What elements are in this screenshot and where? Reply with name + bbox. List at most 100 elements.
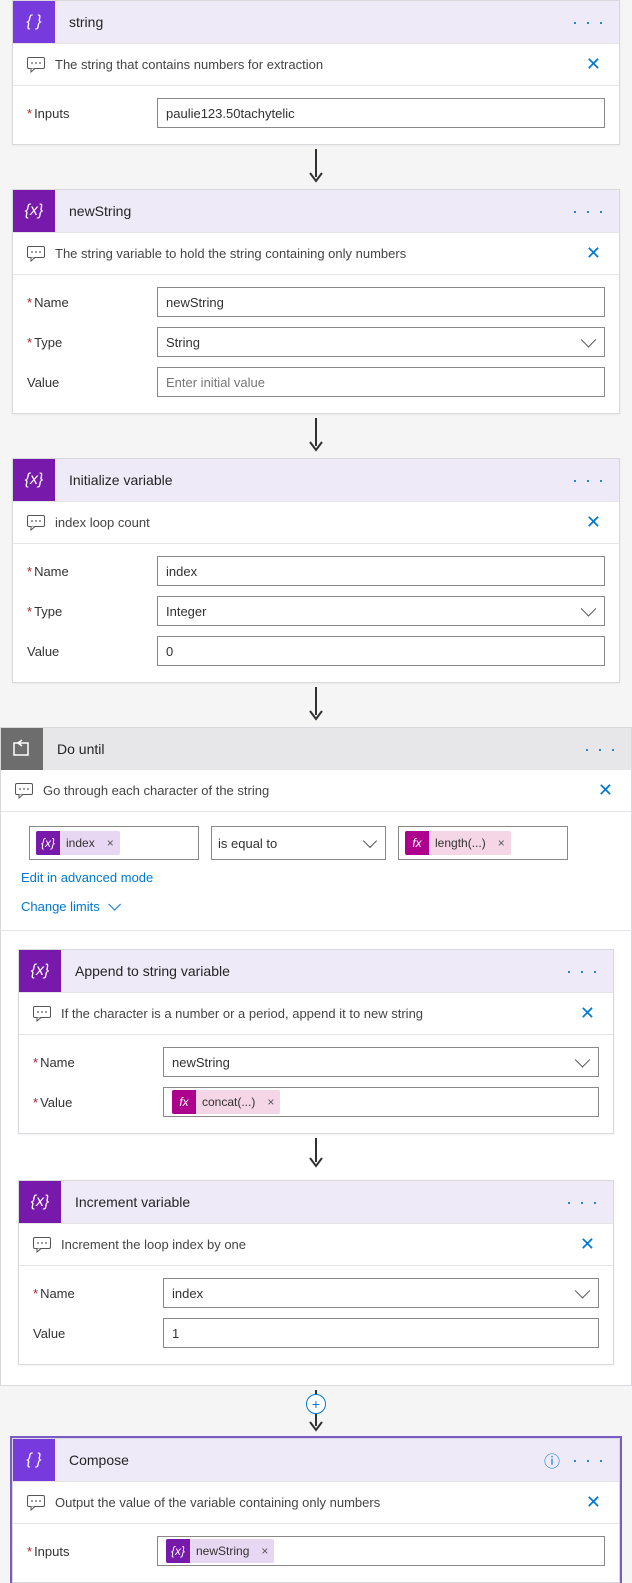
step-title: Increment variable	[75, 1194, 562, 1210]
do-until-body: {x} Append to string variable · · · If t…	[1, 937, 631, 1385]
condition-row: {x} index × is equal to fx length(...) ×	[1, 812, 631, 866]
step-title: Compose	[69, 1452, 544, 1468]
connector-arrow	[7, 1134, 625, 1174]
close-description-button[interactable]: ✕	[582, 54, 605, 75]
change-limits-link[interactable]: Change limits	[21, 899, 117, 914]
change-limits-row: Change limits	[1, 895, 631, 924]
comment-icon	[27, 1495, 45, 1511]
comment-icon	[33, 1237, 51, 1253]
step-description: The string that contains numbers for ext…	[55, 57, 582, 72]
type-label: Type	[27, 604, 157, 619]
token-remove-button[interactable]: ×	[261, 1095, 280, 1109]
fx-icon: fx	[405, 831, 429, 855]
comment-icon	[15, 783, 33, 799]
inputs-label: Inputs	[27, 1544, 157, 1559]
step-title: newString	[69, 203, 568, 219]
name-field[interactable]: index	[157, 556, 605, 586]
condition-operator[interactable]: is equal to	[211, 826, 386, 860]
name-field[interactable]: newString	[163, 1047, 599, 1077]
step-title: Initialize variable	[69, 472, 568, 488]
edit-advanced-mode-link[interactable]: Edit in advanced mode	[21, 870, 153, 885]
value-label: Value	[33, 1095, 163, 1110]
loop-icon	[1, 728, 43, 770]
close-description-button[interactable]: ✕	[582, 512, 605, 533]
step-description: Go through each character of the string	[43, 783, 594, 798]
name-field[interactable]: newString	[157, 287, 605, 317]
step-increment: {x} Increment variable · · · Increment t…	[18, 1180, 614, 1365]
token-variable-index[interactable]: {x} index ×	[36, 831, 120, 855]
inputs-field[interactable]: {x} newString ×	[157, 1536, 605, 1566]
step-append: {x} Append to string variable · · · If t…	[18, 949, 614, 1134]
more-menu-button[interactable]: · · ·	[568, 1450, 609, 1471]
value-label: Value	[33, 1326, 163, 1341]
more-menu-button[interactable]: · · ·	[568, 12, 609, 33]
inputs-label: Inputs	[27, 106, 157, 121]
value-field[interactable]: Enter initial value	[157, 367, 605, 397]
more-menu-button[interactable]: · · ·	[568, 470, 609, 491]
token-variable-newstring[interactable]: {x} newString ×	[166, 1539, 274, 1563]
step-description: If the character is a number or a period…	[61, 1006, 576, 1021]
connector-arrow	[0, 414, 632, 458]
step-description: Output the value of the variable contain…	[55, 1495, 582, 1510]
step-header[interactable]: {x} Append to string variable · · ·	[19, 950, 613, 992]
step-compose: { } Compose ⓘ · · · Output the value of …	[12, 1438, 620, 1583]
value-field[interactable]: fx concat(...) ×	[163, 1087, 599, 1117]
step-title: Do until	[57, 741, 580, 757]
name-field[interactable]: index	[163, 1278, 599, 1308]
step-do-until: Do until · · · Go through each character…	[0, 727, 632, 1386]
close-description-button[interactable]: ✕	[582, 1492, 605, 1513]
token-remove-button[interactable]: ×	[101, 836, 120, 850]
token-remove-button[interactable]: ×	[255, 1544, 274, 1558]
step-header[interactable]: {x} newString · · ·	[13, 190, 619, 232]
inputs-field[interactable]: paulie123.50tachytelic	[157, 98, 605, 128]
data-ops-icon: { }	[13, 1439, 55, 1481]
connector-arrow	[0, 683, 632, 727]
more-menu-button[interactable]: · · ·	[568, 201, 609, 222]
step-header[interactable]: {x} Initialize variable · · ·	[13, 459, 619, 501]
value-label: Value	[27, 375, 157, 390]
step-header[interactable]: { } Compose ⓘ · · ·	[13, 1439, 619, 1481]
close-description-button[interactable]: ✕	[582, 243, 605, 264]
name-label: Name	[33, 1286, 163, 1301]
comment-icon	[33, 1006, 51, 1022]
name-label: Name	[33, 1055, 163, 1070]
token-remove-button[interactable]: ×	[492, 836, 511, 850]
variable-icon: {x}	[13, 190, 55, 232]
variable-icon: {x}	[19, 1181, 61, 1223]
comment-icon	[27, 515, 45, 531]
connector-arrow: +	[0, 1386, 632, 1438]
token-expression-concat[interactable]: fx concat(...) ×	[172, 1090, 280, 1114]
comment-icon	[27, 246, 45, 262]
step-header[interactable]: Do until · · ·	[1, 728, 631, 770]
step-string: { } string · · · The string that contain…	[12, 0, 620, 145]
step-header[interactable]: { } string · · ·	[13, 1, 619, 43]
close-description-button[interactable]: ✕	[594, 780, 617, 801]
condition-right[interactable]: fx length(...) ×	[398, 826, 568, 860]
close-description-button[interactable]: ✕	[576, 1234, 599, 1255]
step-title: Append to string variable	[75, 963, 562, 979]
name-label: Name	[27, 295, 157, 310]
type-label: Type	[27, 335, 157, 350]
help-button[interactable]: ⓘ	[544, 1448, 560, 1472]
add-step-button[interactable]: +	[306, 1394, 326, 1414]
value-field[interactable]: 1	[163, 1318, 599, 1348]
step-header[interactable]: {x} Increment variable · · ·	[19, 1181, 613, 1223]
step-title: string	[69, 14, 568, 30]
variable-icon: {x}	[36, 831, 60, 855]
condition-left[interactable]: {x} index ×	[29, 826, 199, 860]
value-field[interactable]: 0	[157, 636, 605, 666]
fx-icon: fx	[172, 1090, 196, 1114]
connector-arrow	[0, 145, 632, 189]
type-field[interactable]: String	[157, 327, 605, 357]
step-description: Increment the loop index by one	[61, 1237, 576, 1252]
type-field[interactable]: Integer	[157, 596, 605, 626]
variable-icon: {x}	[166, 1539, 190, 1563]
more-menu-button[interactable]: · · ·	[562, 961, 603, 982]
step-description: The string variable to hold the string c…	[55, 246, 582, 261]
more-menu-button[interactable]: · · ·	[580, 739, 621, 760]
more-menu-button[interactable]: · · ·	[562, 1192, 603, 1213]
comment-icon	[27, 57, 45, 73]
close-description-button[interactable]: ✕	[576, 1003, 599, 1024]
token-expression-length[interactable]: fx length(...) ×	[405, 831, 511, 855]
step-description-row: The string that contains numbers for ext…	[13, 43, 619, 86]
